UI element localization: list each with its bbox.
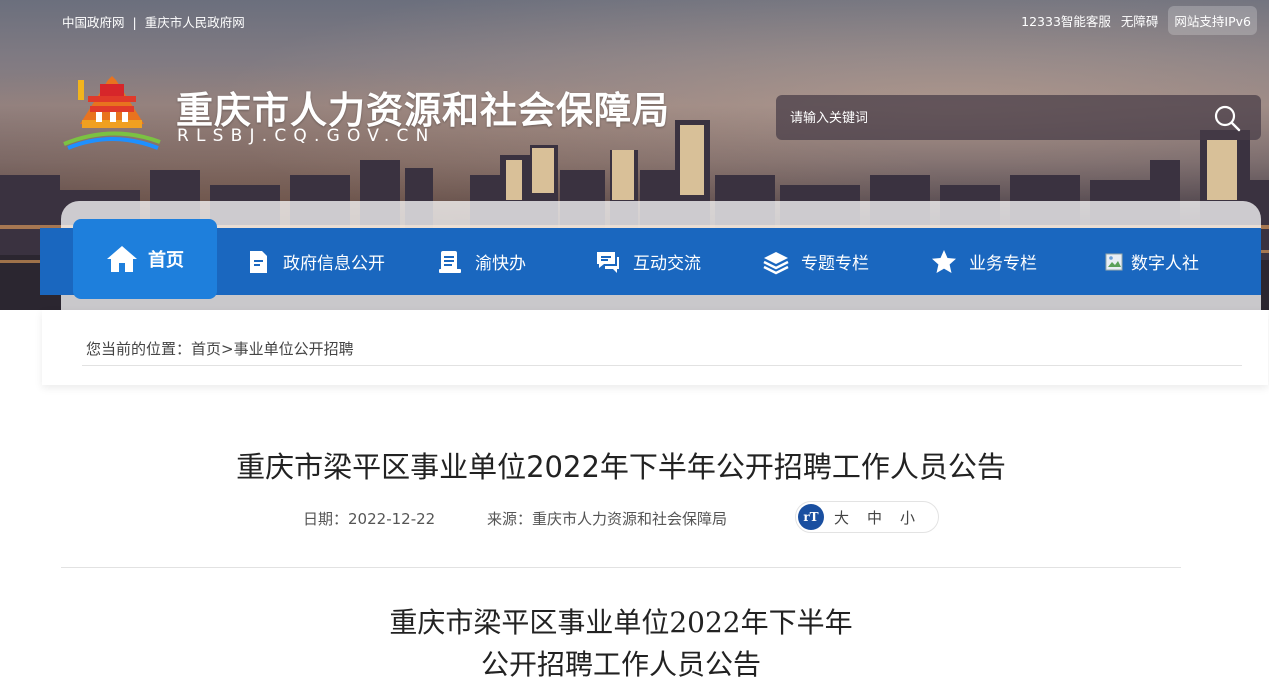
date-value: 2022-12-22 xyxy=(348,510,436,528)
breadcrumb-prefix: 您当前的位置： xyxy=(86,340,192,358)
font-size-switcher: rT 大 中 小 xyxy=(795,501,939,533)
article-body-title: 重庆市梁平区事业单位2022年下半年 公开招聘工作人员公告 xyxy=(0,602,1242,686)
broken-image-icon xyxy=(1105,253,1123,270)
nav-item-gov-info[interactable]: 政府信息公开 xyxy=(245,228,385,295)
ipv6-badge: 网站支持IPv6 xyxy=(1168,6,1257,35)
nav-label: 专题专栏 xyxy=(801,254,869,274)
breadcrumb-divider xyxy=(82,365,1242,366)
nav-item-interaction[interactable]: 互动交流 xyxy=(595,228,701,295)
nav-item-yukuaiban[interactable]: 渝快办 xyxy=(437,228,526,295)
font-size-icon: rT xyxy=(798,504,824,530)
search-box xyxy=(776,95,1261,140)
search-icon[interactable] xyxy=(1213,104,1241,132)
top-right-links: 12333智能客服 无障碍 网站支持IPv6 xyxy=(1011,6,1257,35)
body-title-line-1: 重庆市梁平区事业单位2022年下半年 xyxy=(389,606,853,639)
link-12333-service[interactable]: 12333智能客服 xyxy=(1021,11,1111,30)
article-source: 来源：重庆市人力资源和社会保障局 xyxy=(487,508,727,529)
site-domain: RLSBJ.CQ.GOV.CN xyxy=(177,126,436,146)
nav-label: 渝快办 xyxy=(475,254,526,274)
document-icon xyxy=(250,250,267,273)
search-input[interactable] xyxy=(790,107,1190,129)
chat-icon xyxy=(597,251,619,273)
article-date: 日期：2022-12-22 xyxy=(303,508,435,529)
nav-label: 互动交流 xyxy=(633,254,701,274)
nav-label: 业务专栏 xyxy=(969,254,1037,274)
article-divider xyxy=(61,567,1181,568)
breadcrumb-current-link[interactable]: 事业单位公开招聘 xyxy=(234,340,354,358)
nav-item-home[interactable]: 首页 xyxy=(73,219,217,299)
breadcrumb: 您当前的位置：首页>事业单位公开招聘 xyxy=(86,338,354,359)
link-chongqing-gov[interactable]: 重庆市人民政府网 xyxy=(145,15,245,30)
nav-home-label: 首页 xyxy=(148,250,184,271)
date-label: 日期： xyxy=(303,510,349,528)
breadcrumb-separator: > xyxy=(221,340,234,358)
font-size-large-button[interactable]: 大 xyxy=(834,507,849,528)
body-title-line-2: 公开招聘工作人员公告 xyxy=(480,648,761,681)
top-left-links: 中国政府网 | 重庆市人民政府网 xyxy=(62,12,245,31)
font-size-medium-button[interactable]: 中 xyxy=(867,507,882,528)
book-icon xyxy=(439,250,461,273)
article-title: 重庆市梁平区事业单位2022年下半年公开招聘工作人员公告 xyxy=(236,450,1006,484)
nav-label: 政府信息公开 xyxy=(283,254,385,274)
font-size-small-button[interactable]: 小 xyxy=(900,507,915,528)
home-icon xyxy=(107,246,137,272)
nav-item-business[interactable]: 业务专栏 xyxy=(931,228,1037,295)
top-bar: 中国政府网 | 重庆市人民政府网 12333智能客服 无障碍 网站支持IPv6 xyxy=(0,0,1269,38)
layers-icon xyxy=(763,251,789,274)
nav-label: 数字人社 xyxy=(1131,254,1199,274)
link-china-gov[interactable]: 中国政府网 xyxy=(62,15,125,30)
source-value: 重庆市人力资源和社会保障局 xyxy=(532,510,728,528)
top-separator: | xyxy=(132,15,137,30)
nav-item-special-topics[interactable]: 专题专栏 xyxy=(763,228,869,295)
main-nav: 政府信息公开 渝快办 互动交流 专题专栏 业务专栏 数字人社 xyxy=(40,228,1261,295)
star-icon xyxy=(932,249,956,273)
bureau-logo[interactable] xyxy=(60,72,164,152)
nav-item-digital-hr[interactable]: 数字人社 xyxy=(1105,228,1199,295)
source-label: 来源： xyxy=(487,510,533,528)
breadcrumb-home-link[interactable]: 首页 xyxy=(191,340,221,358)
link-accessibility[interactable]: 无障碍 xyxy=(1121,11,1159,30)
